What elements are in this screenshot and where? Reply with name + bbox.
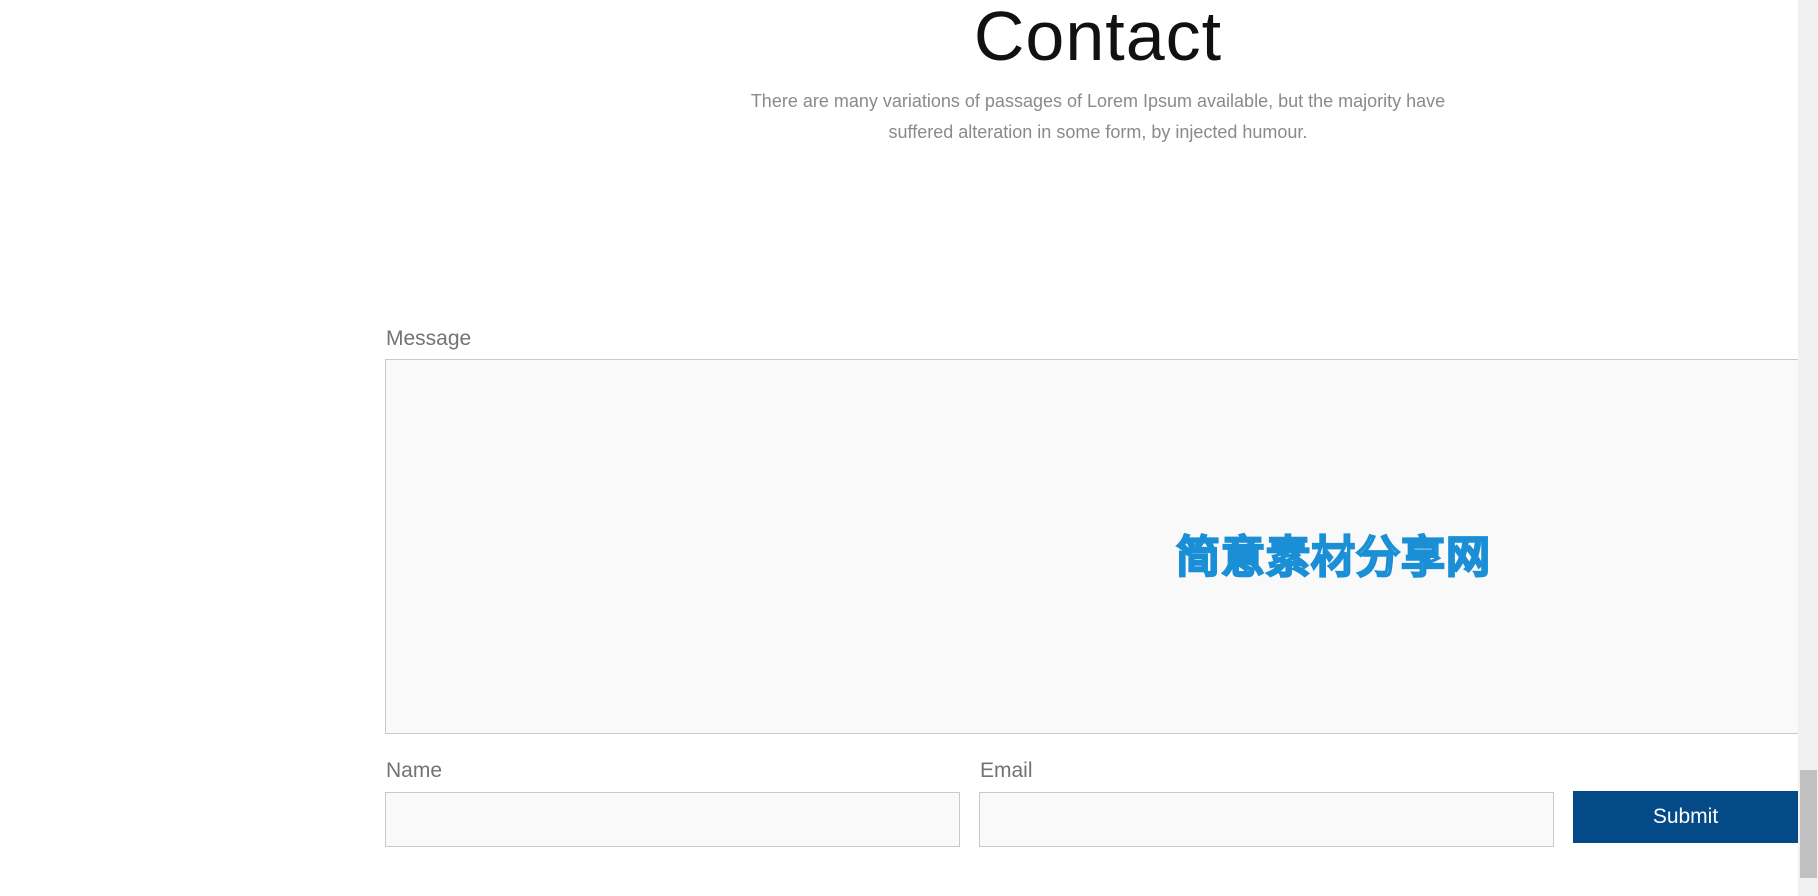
watermark-logo: 简意素材分享网 xyxy=(1175,532,1491,584)
name-label: Name xyxy=(386,759,443,782)
page-subtitle: There are many variations of passages of… xyxy=(750,91,1446,142)
submit-button[interactable]: Submit xyxy=(1573,791,1798,843)
scrollbar-thumb[interactable] xyxy=(1800,770,1817,878)
email-label: Email xyxy=(980,759,1033,782)
message-field[interactable] xyxy=(385,359,1798,734)
message-label: Message xyxy=(386,327,472,350)
name-field[interactable] xyxy=(385,792,960,847)
contact-page: Contact There are many variations of pas… xyxy=(0,0,1818,896)
vertical-scrollbar[interactable] xyxy=(1798,0,1818,896)
email-field[interactable] xyxy=(979,792,1554,847)
page-title: Contact xyxy=(973,0,1223,75)
